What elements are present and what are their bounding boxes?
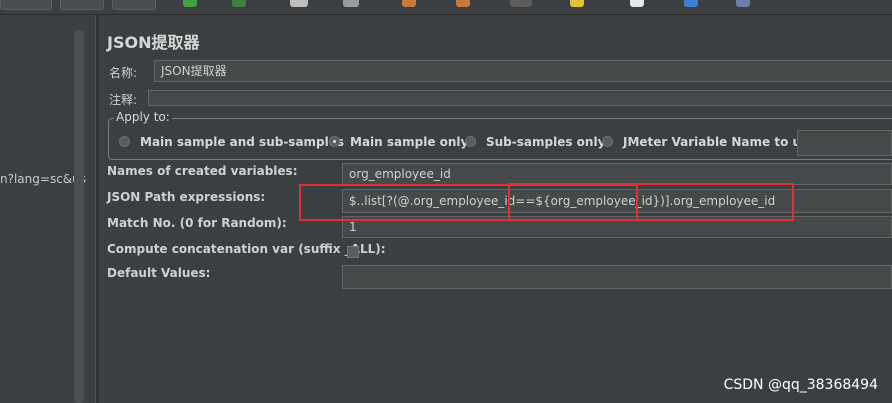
function-helper-icon[interactable] [630,0,644,7]
remote-icon[interactable] [736,0,750,7]
radio-main-and-sub-label[interactable]: Main sample and sub-samples [140,135,344,149]
clear-icon[interactable] [402,0,416,7]
radio-jmeter-variable[interactable] [602,136,613,147]
stop-icon[interactable] [290,0,308,7]
names-label: Names of created variables: [107,164,298,178]
start-icon[interactable] [183,0,197,7]
name-label: 名称: [109,66,138,80]
toolbar-button-back[interactable] [0,0,52,10]
default-values-label: Default Values: [107,266,211,280]
radio-main-only[interactable] [329,136,340,147]
default-values-field[interactable] [342,265,892,289]
tree-scrollbar[interactable] [74,30,84,403]
name-field[interactable]: JSON提取器 [154,60,892,82]
radio-main-and-sub[interactable] [119,136,130,147]
highlight-box [508,183,794,221]
shutdown-icon[interactable] [343,0,359,7]
watermark: CSDN @qq_38368494 [723,377,878,393]
search-icon[interactable] [510,0,532,7]
jmeter-variable-field[interactable] [797,130,892,156]
json-path-label: JSON Path expressions: [107,190,266,204]
radio-jmeter-variable-label[interactable]: JMeter Variable Name to use [623,135,816,149]
radio-sub-only-label[interactable]: Sub-samples only [486,135,605,149]
help-icon[interactable] [684,0,698,7]
toolbar-button[interactable] [60,0,104,10]
toolbar-button[interactable] [112,0,156,10]
json-extractor-panel: JSON提取器 名称: JSON提取器 注释: Apply to: Main s… [99,15,892,403]
start-no-pause-icon[interactable] [232,0,246,7]
concat-label: Compute concatenation var (suffix _ALL): [107,242,386,256]
names-field[interactable]: org_employee_id [342,163,892,185]
comment-field[interactable] [148,90,892,106]
toolbar [0,0,892,15]
concat-checkbox[interactable] [347,246,359,258]
radio-main-only-label[interactable]: Main sample only [350,135,468,149]
comment-label: 注释: [109,93,138,107]
radio-sub-only[interactable] [465,136,476,147]
match-no-label: Match No. (0 for Random): [107,216,287,230]
reset-search-icon[interactable] [570,0,584,7]
page-title: JSON提取器 [107,33,200,52]
clear-all-icon[interactable] [456,0,470,7]
apply-to-title: Apply to: [114,110,172,124]
